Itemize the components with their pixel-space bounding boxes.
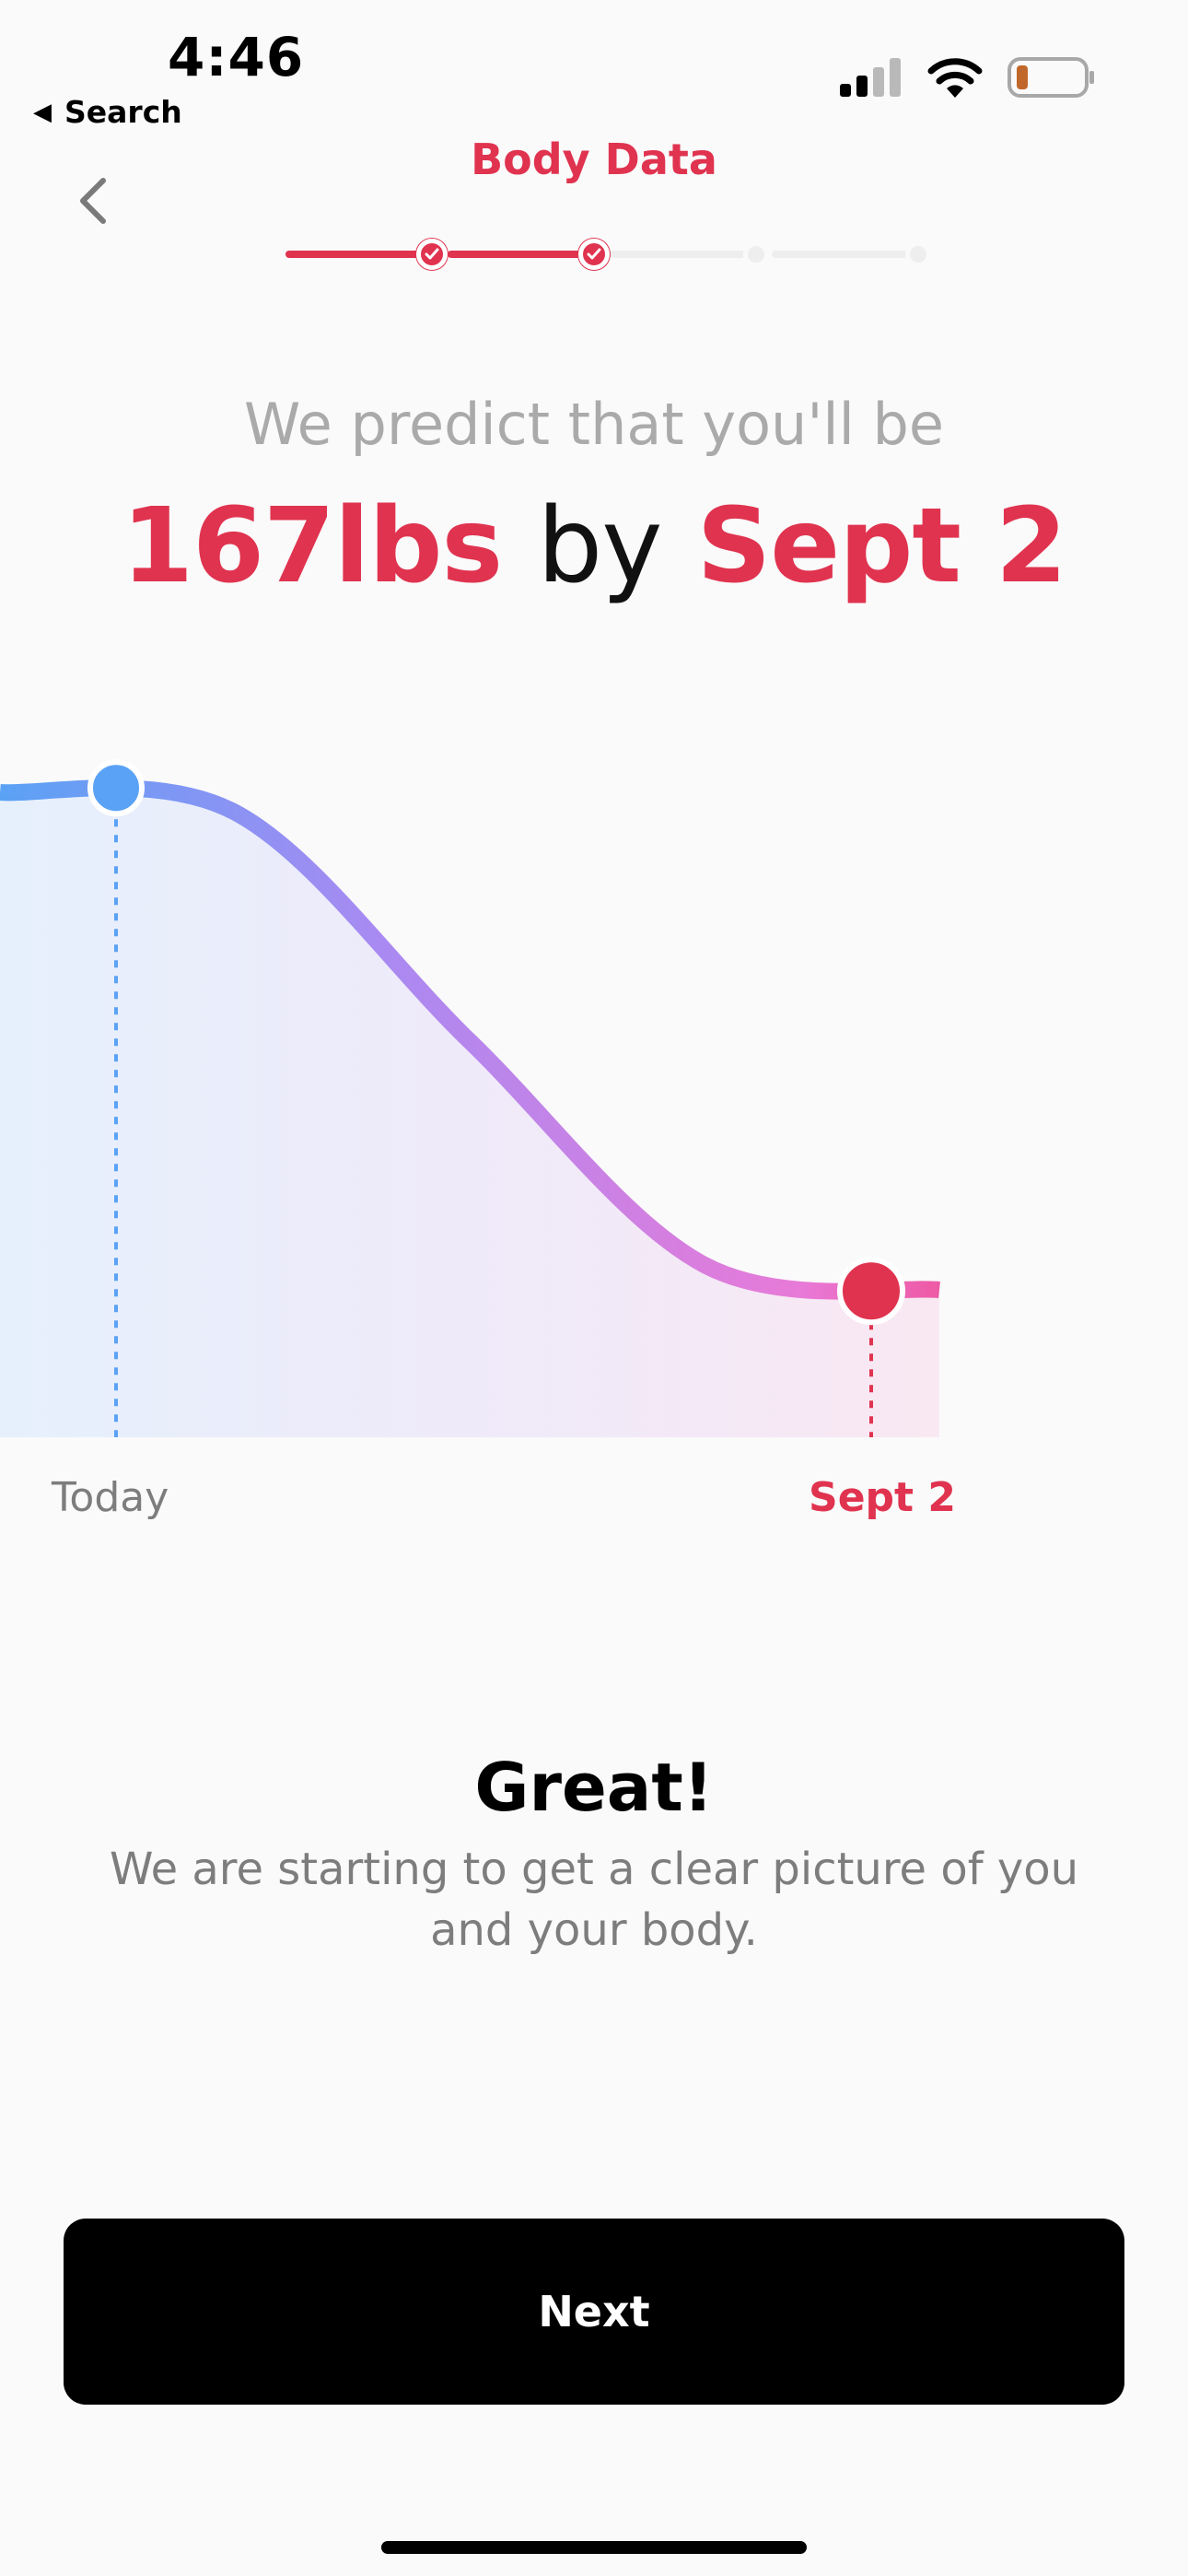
message-title: Great! xyxy=(474,1749,714,1826)
home-indicator xyxy=(381,2541,807,2554)
status-icons xyxy=(840,57,1096,98)
weight-projection-chart xyxy=(0,759,940,1437)
stepper-segment-1 xyxy=(285,251,422,258)
check-icon xyxy=(587,248,601,260)
stepper-segment-4 xyxy=(772,251,908,258)
back-triangle-icon: ◀ xyxy=(33,98,52,126)
chart-label-today: Today xyxy=(52,1474,169,1521)
progress-stepper xyxy=(282,233,931,274)
step-2-complete xyxy=(578,239,610,270)
wifi-icon xyxy=(927,58,983,98)
search-back-label: Search xyxy=(64,94,182,130)
next-button-label: Next xyxy=(538,2287,650,2336)
predicted-weight: 167lbs xyxy=(122,486,503,606)
prediction-subtitle: We predict that you'll be xyxy=(243,391,945,458)
chart-area-fill xyxy=(0,788,939,1437)
status-time: 4:46 xyxy=(168,26,305,88)
today-marker xyxy=(87,759,145,817)
prediction-headline: 167lbs by Sept 2 xyxy=(0,486,1188,606)
step-4-pending xyxy=(905,241,931,267)
step-1-complete xyxy=(416,239,448,270)
cellular-signal-icon xyxy=(840,58,901,97)
page-title: Body Data xyxy=(471,135,717,184)
stepper-segment-3 xyxy=(610,251,746,258)
stepper-segment-2 xyxy=(448,251,584,258)
message-body: We are starting to get a clear picture o… xyxy=(109,1844,1079,1956)
check-icon xyxy=(425,248,439,260)
goal-marker xyxy=(837,1257,905,1326)
predicted-date: Sept 2 xyxy=(696,486,1067,606)
chart-label-goal: Sept 2 xyxy=(809,1474,956,1521)
search-back-link[interactable]: ◀ Search xyxy=(33,94,182,130)
step-3-pending xyxy=(743,241,769,267)
prediction-connector: by xyxy=(537,486,662,606)
next-button[interactable]: Next xyxy=(64,2219,1124,2405)
battery-low-icon xyxy=(1007,57,1094,98)
